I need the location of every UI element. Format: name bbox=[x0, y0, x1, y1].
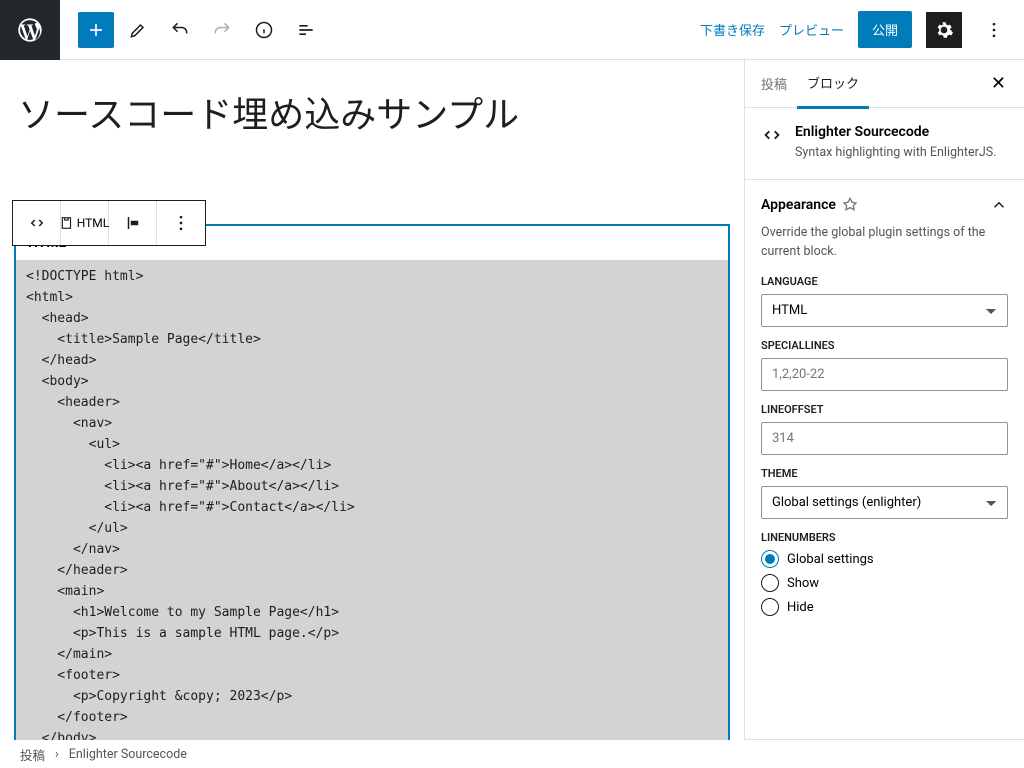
breadcrumb-root[interactable]: 投稿 bbox=[20, 745, 45, 764]
sidebar-tabs: 投稿 ブロック ✕ bbox=[745, 60, 1024, 108]
enlighter-code-block[interactable]: HTML <!DOCTYPE html> <html> <head> <titl… bbox=[14, 224, 730, 740]
editor-canvas: ソースコード埋め込みサンプル HTML HTML <!DOCTYPE html>… bbox=[0, 60, 744, 740]
settings-button[interactable] bbox=[926, 12, 962, 48]
appearance-panel: Appearance Override the global plugin se… bbox=[745, 180, 1024, 740]
wordpress-logo[interactable] bbox=[0, 0, 60, 60]
block-more-button[interactable] bbox=[157, 201, 205, 245]
linenumbers-label: LINENUMBERS bbox=[761, 531, 1008, 544]
undo-button[interactable] bbox=[162, 12, 198, 48]
top-toolbar: 下書き保存 プレビュー 公開 bbox=[0, 0, 1024, 60]
post-title[interactable]: ソースコード埋め込みサンプル bbox=[18, 86, 730, 138]
theme-select[interactable]: Global settings (enlighter) bbox=[761, 486, 1008, 519]
language-select[interactable]: HTML bbox=[761, 294, 1008, 327]
outline-button[interactable] bbox=[288, 12, 324, 48]
toolbar-html-button[interactable]: HTML bbox=[61, 201, 109, 245]
align-button[interactable] bbox=[109, 201, 157, 245]
pin-icon bbox=[842, 197, 858, 213]
breadcrumb-leaf[interactable]: Enlighter Sourcecode bbox=[69, 747, 187, 762]
block-toolbar: HTML bbox=[12, 200, 206, 246]
save-draft-link[interactable]: 下書き保存 bbox=[700, 20, 765, 39]
close-sidebar-button[interactable]: ✕ bbox=[979, 65, 1018, 102]
block-type-icon[interactable] bbox=[13, 201, 61, 245]
lineoffset-label: LINEOFFSET bbox=[761, 403, 1008, 416]
tab-post[interactable]: 投稿 bbox=[751, 60, 797, 107]
block-info: Enlighter Sourcecode Syntax highlighting… bbox=[745, 108, 1024, 180]
code-content[interactable]: <!DOCTYPE html> <html> <head> <title>Sam… bbox=[16, 260, 728, 740]
redo-button[interactable] bbox=[204, 12, 240, 48]
add-block-button[interactable] bbox=[78, 12, 114, 48]
panel-header[interactable]: Appearance bbox=[761, 196, 1008, 214]
publish-button[interactable]: 公開 bbox=[858, 11, 912, 48]
linenumbers-radio-hide[interactable]: Hide bbox=[761, 598, 1008, 616]
tab-block[interactable]: ブロック bbox=[797, 59, 869, 109]
block-description: Syntax highlighting with EnlighterJS. bbox=[795, 144, 996, 163]
lineoffset-input[interactable] bbox=[761, 422, 1008, 455]
chevron-up-icon bbox=[990, 196, 1008, 214]
linenumbers-radio-show[interactable]: Show bbox=[761, 574, 1008, 592]
panel-description: Override the global plugin settings of t… bbox=[761, 224, 1008, 262]
speciallines-label: SPECIALLINES bbox=[761, 339, 1008, 352]
language-label: LANGUAGE bbox=[761, 275, 1008, 288]
theme-label: THEME bbox=[761, 467, 1008, 480]
speciallines-input[interactable] bbox=[761, 358, 1008, 391]
block-name: Enlighter Sourcecode bbox=[795, 124, 996, 140]
more-options-button[interactable] bbox=[976, 12, 1012, 48]
linenumbers-radio-global[interactable]: Global settings bbox=[761, 550, 1008, 568]
edit-icon[interactable] bbox=[120, 12, 156, 48]
settings-sidebar: 投稿 ブロック ✕ Enlighter Sourcecode Syntax hi… bbox=[744, 60, 1024, 740]
info-button[interactable] bbox=[246, 12, 282, 48]
preview-link[interactable]: プレビュー bbox=[779, 20, 844, 39]
code-icon bbox=[761, 124, 783, 146]
breadcrumb: 投稿 › Enlighter Sourcecode bbox=[0, 740, 207, 768]
